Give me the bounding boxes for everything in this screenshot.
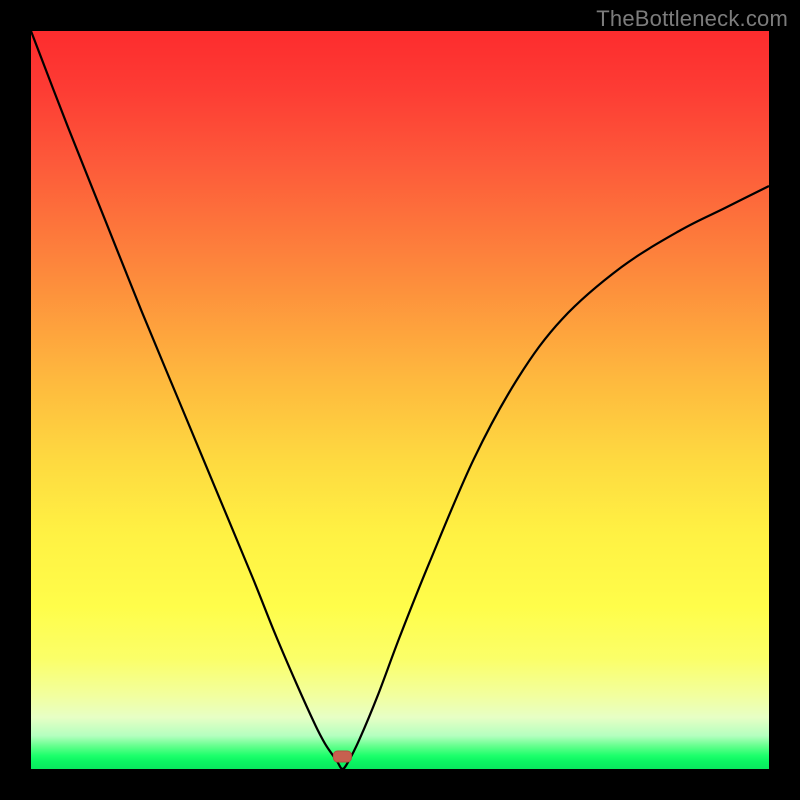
bottleneck-curve <box>31 31 769 769</box>
optimum-marker <box>333 751 351 762</box>
watermark-text: TheBottleneck.com <box>596 6 788 32</box>
curve-svg <box>31 31 769 769</box>
chart-frame: TheBottleneck.com <box>0 0 800 800</box>
plot-area <box>31 31 769 769</box>
